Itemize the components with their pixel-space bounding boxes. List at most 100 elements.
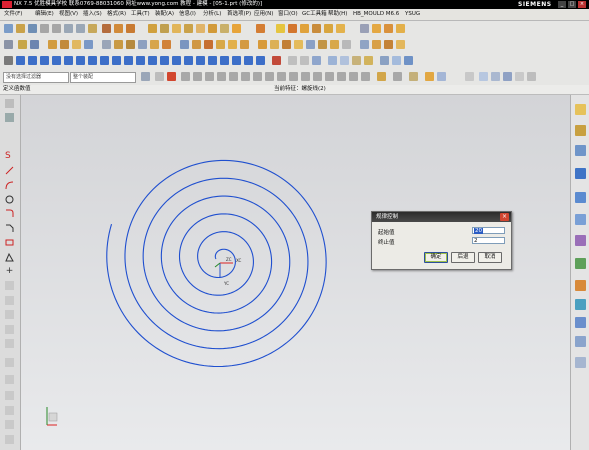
polygon-icon[interactable] [5,252,14,262]
shaded-icon[interactable] [491,72,500,81]
system-materials-icon[interactable] [575,258,586,269]
polygon-sketch-icon[interactable] [76,56,85,65]
dialog-title-bar[interactable]: 规律控制 × [372,212,511,222]
sketch-settings-icon[interactable] [5,435,14,444]
orient-view-icon[interactable] [288,56,297,65]
make-corner-icon[interactable] [5,375,14,384]
history-icon[interactable] [575,235,586,246]
offset-surface-icon[interactable] [282,40,291,49]
extend-sketch-icon[interactable] [136,56,145,65]
pencil-icon[interactable] [4,56,13,65]
system-scenes-icon[interactable] [575,336,586,347]
view-manager-icon[interactable] [409,72,418,81]
bounding-box-icon[interactable] [289,72,298,81]
redo-icon[interactable] [52,24,61,33]
auto-constraint-icon[interactable] [208,56,217,65]
back-button[interactable]: 后退 [451,252,475,263]
browser-icon[interactable] [575,214,586,225]
trim-icon[interactable] [5,281,14,290]
quick-trim-icon[interactable] [5,358,14,367]
convert-reference-icon[interactable] [232,56,241,65]
zoom-icon[interactable] [392,56,401,65]
center-snap-icon[interactable] [325,72,334,81]
pad-icon[interactable] [232,24,241,33]
menu-edit[interactable]: 编辑(E) [35,9,54,20]
rectangle-icon[interactable] [5,238,14,247]
pocket-icon[interactable] [220,24,229,33]
trim-sketch-icon[interactable] [124,56,133,65]
save-icon[interactable] [28,24,37,33]
block-icon[interactable] [148,24,157,33]
curve-icon[interactable] [102,40,111,49]
split-body-icon[interactable] [312,24,321,33]
helix-icon[interactable] [150,40,159,49]
maximize-button[interactable]: □ [568,1,576,8]
circle-sketch-icon[interactable] [52,56,61,65]
offset-icon[interactable] [5,325,14,334]
cut-icon[interactable] [64,24,73,33]
palette-toggle-icon[interactable] [5,113,14,122]
chamfer-icon[interactable] [276,24,285,33]
palette-icon[interactable] [575,357,586,368]
view-triad-icon[interactable] [479,72,488,81]
face-blend-icon[interactable] [306,40,315,49]
graphics-window-icon[interactable] [465,72,474,81]
point-on-curve-icon[interactable] [265,72,274,81]
cancel-button[interactable]: 取消 [478,252,502,263]
assembly-filter-icon[interactable] [377,72,386,81]
arc-sketch-icon[interactable] [40,56,49,65]
menu-gc-toolbox[interactable]: GC工具箱 [302,9,327,20]
through-curves-icon[interactable] [180,40,189,49]
ok-button[interactable]: 确定 [424,252,448,263]
plus-snap-icon[interactable] [349,72,358,81]
extrude-icon[interactable] [114,24,123,33]
n-sided-icon[interactable] [204,40,213,49]
copy-icon[interactable] [76,24,85,33]
paste-icon[interactable] [88,24,97,33]
arc-icon[interactable] [5,181,14,190]
cursor-location-icon[interactable] [437,72,446,81]
layer-icon[interactable] [4,40,13,49]
line-icon[interactable] [5,166,14,175]
menu-tools[interactable]: 工具(T) [131,9,150,20]
dialog-close-button[interactable]: × [500,213,509,221]
revolve-icon[interactable] [126,24,135,33]
intersection-icon[interactable] [5,406,14,415]
wrap-icon[interactable] [396,40,405,49]
general-selection-icon[interactable] [141,72,150,81]
menu-preferences[interactable]: 首选项(P) [227,9,251,20]
dimension-icon[interactable] [196,56,205,65]
dot-snap-icon[interactable] [393,72,402,81]
menu-insert[interactable]: 插入(S) [83,9,102,20]
start-value-field[interactable]: 20 [472,227,505,234]
end-point-icon[interactable] [181,72,190,81]
assembly-navigator-icon[interactable] [575,104,586,115]
project-sketch-icon[interactable] [172,56,181,65]
reattach-icon[interactable] [300,56,309,65]
cross-snap-icon[interactable] [361,72,370,81]
menu-hb-mould[interactable]: HB_MOULD M6.6 [353,9,399,20]
offset-sketch-icon[interactable] [148,56,157,65]
fillet-icon[interactable] [5,209,14,218]
profile-icon[interactable] [16,56,25,65]
extract-icon[interactable] [258,40,267,49]
rotate-icon[interactable] [404,56,413,65]
show-hide-icon[interactable] [18,40,27,49]
sketch-icon[interactable] [102,24,111,33]
chamfer-sketch-icon[interactable] [112,56,121,65]
unite-icon[interactable] [324,24,333,33]
more-views-icon[interactable] [527,72,536,81]
menu-ysug[interactable]: YSUG [405,9,420,20]
section-icon[interactable] [384,24,393,33]
add-existing-icon[interactable] [5,420,14,429]
menu-help[interactable]: 帮助(H) [328,9,347,20]
wireframe-icon[interactable] [503,72,512,81]
studio-surface-icon[interactable] [294,40,303,49]
close-window-button[interactable]: × [578,1,586,8]
menu-format[interactable]: 格式(R) [107,9,126,20]
manufacturing-wizards-icon[interactable] [575,299,586,310]
wcs-icon[interactable] [30,40,39,49]
new-icon[interactable] [4,24,13,33]
swept-icon[interactable] [192,40,201,49]
undo-icon[interactable] [40,24,49,33]
